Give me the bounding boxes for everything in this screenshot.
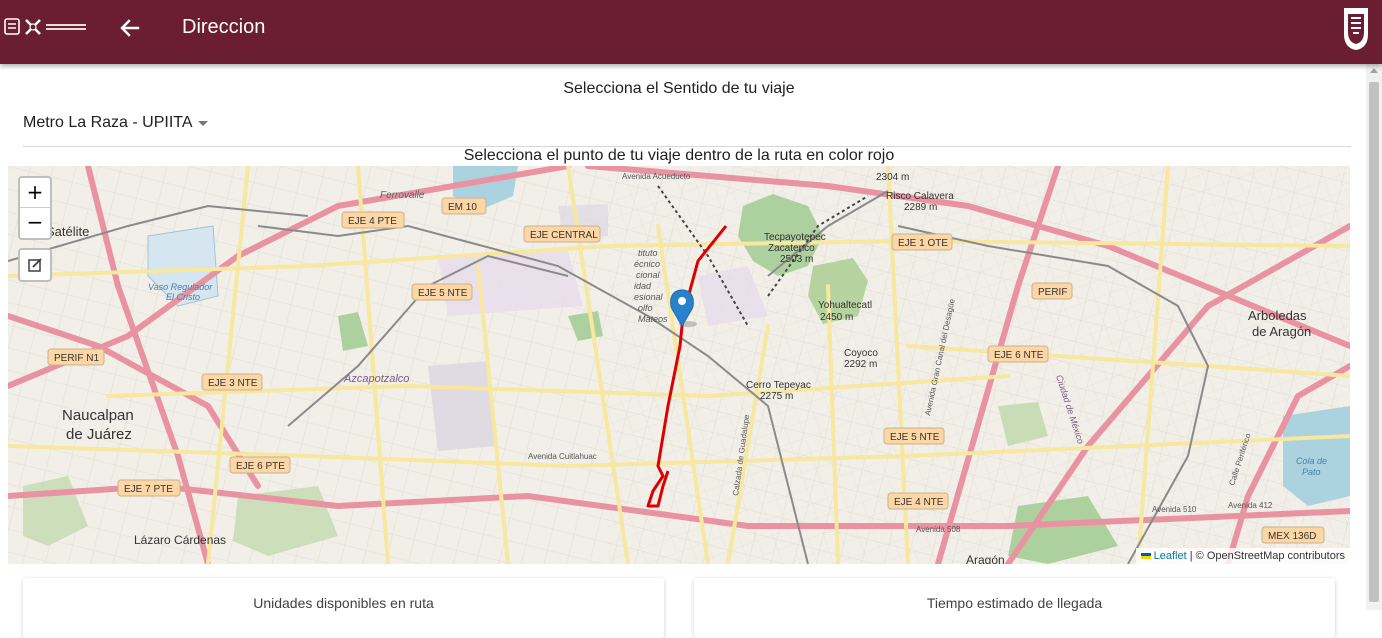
shield-eje3nte: EJE 3 NTE [201, 373, 263, 391]
svg-text:EJE 4 PTE: EJE 4 PTE [348, 216, 397, 227]
zoom-in-button[interactable]: + [20, 178, 50, 208]
label-de-aragon: de Aragón [1252, 324, 1311, 339]
eta-title: Tiempo estimado de llegada [926, 595, 1103, 611]
svg-text:EJE 3 NTE: EJE 3 NTE [208, 378, 258, 389]
label-aragon: Aragón [966, 553, 1005, 564]
label-tecpayotepec: Tecpayotepec [764, 232, 826, 243]
app-bar: Direccion [0, 0, 1382, 64]
shield-eje4nte: EJE 4 NTE [887, 492, 949, 510]
page-title: Direccion [182, 16, 266, 38]
svg-text:EJE 1 OTE: EJE 1 OTE [898, 238, 948, 249]
gobierno-cdmx-logo [4, 18, 86, 35]
shield-eje5nte-b: EJE 5 NTE [883, 427, 945, 445]
svg-text:EJE 4 NTE: EJE 4 NTE [894, 497, 944, 508]
zoom-out-button[interactable]: − [20, 208, 50, 237]
label-avenida-508: Avenida 508 [916, 525, 961, 534]
label-peak-2304: 2304 m [876, 172, 909, 183]
shield-eje7pte: EJE 7 PTE [117, 479, 181, 497]
shield-em10: EM 10 [441, 197, 487, 215]
label-de-juarez: de Juárez [66, 426, 132, 443]
label-ferrovalle: Ferrovalle [380, 190, 425, 201]
leaflet-link[interactable]: Leaflet [1154, 550, 1187, 562]
shield-perifn1: PERIF N1 [47, 348, 105, 366]
label-risco-calavera: Risco Calavera [886, 191, 954, 202]
svg-text:MEX 136D: MEX 136D [1268, 531, 1316, 542]
page-scrollbar[interactable] [1366, 64, 1382, 610]
label-lazaro-cardenas: Lázaro Cárdenas [134, 533, 226, 547]
label-pato: Pato [1302, 467, 1321, 477]
label-cerro-tepeyac-altitude: 2275 m [760, 391, 793, 402]
label-azcapotzalco: Azcapotzalco [343, 373, 409, 385]
eta-card: Tiempo estimado de llegada [694, 578, 1335, 638]
svg-text:EJE 5 NTE: EJE 5 NTE [890, 432, 940, 443]
label-yohualtecatl: Yohualtecatl [818, 300, 872, 311]
label-arboledas: Arboledas [1248, 308, 1307, 323]
draw-tool-button[interactable] [18, 248, 52, 282]
units-available-card: Unidades disponibles en ruta [23, 578, 664, 638]
label-avenida-412: Avenida 412 [1228, 501, 1273, 510]
label-avenida-acueducto: Avenida Acueducto [622, 172, 691, 181]
label-risco-altitude: 2289 m [904, 202, 937, 213]
svg-text:EM 10: EM 10 [448, 202, 477, 213]
label-coyoco-altitude: 2292 m [844, 359, 877, 370]
svg-text:PERIF N1: PERIF N1 [54, 353, 99, 364]
route-map[interactable]: EJE 4 PTE EM 10 EJE CENTRAL EJE 1 OTE EJ… [8, 166, 1350, 564]
zoom-control: + − [18, 176, 52, 240]
units-available-title: Unidades disponibles en ruta [253, 595, 434, 611]
label-vaso-regulador: Vaso Regulador [148, 282, 213, 292]
svg-text:EJE CENTRAL: EJE CENTRAL [530, 230, 598, 241]
svg-text:EJE 7 PTE: EJE 7 PTE [124, 484, 173, 495]
shield-mex136d: MEX 136D [1261, 526, 1325, 544]
shield-eje6pte: EJE 6 PTE [229, 456, 291, 474]
map-heading: Selecciona el punto de tu viaje dentro d… [463, 147, 895, 164]
label-cola-de: Cola de [1296, 456, 1327, 466]
map-attribution: Leaflet | © OpenStreetMap contributors [1135, 548, 1350, 564]
shield-eje6nte: EJE 6 NTE [987, 345, 1049, 363]
dropdown-arrow-icon [198, 121, 208, 126]
label-zacatenco: Zacatenco [768, 243, 815, 254]
map-tiles: EJE 4 PTE EM 10 EJE CENTRAL EJE 1 OTE EJ… [8, 166, 1350, 564]
label-el-cristo: El Cristo [166, 292, 200, 302]
shield-eje4pte: EJE 4 PTE [341, 211, 405, 229]
ipn-logo [1344, 8, 1368, 50]
edit-icon [28, 258, 42, 272]
shield-eje5nte-a: EJE 5 NTE [411, 283, 473, 301]
label-naucalpan: Naucalpan [62, 407, 134, 424]
scroll-up-arrow-icon[interactable] [1370, 68, 1378, 73]
label-satelite: Satélite [46, 224, 89, 239]
ukraine-flag-icon [1140, 553, 1151, 560]
label-avenida-cuitlahuac: Avenida Cuitlahuac [528, 452, 597, 461]
svg-text:EJE 5 NTE: EJE 5 NTE [418, 288, 468, 299]
svg-text:EJE 6 NTE: EJE 6 NTE [994, 350, 1044, 361]
route-direction-select[interactable]: Metro La Raza - UPIITA [23, 112, 1351, 147]
label-coyoco: Coyoco [844, 348, 878, 359]
route-select-value: Metro La Raza - UPIITA [23, 114, 193, 131]
osm-attribution-link[interactable]: OpenStreetMap contributors [1207, 550, 1345, 562]
label-tepeyac-altitude: 2503 m [780, 254, 813, 265]
svg-text:EJE 6 PTE: EJE 6 PTE [236, 461, 285, 472]
direction-heading: Selecciona el Sentido de tu viaje [563, 80, 795, 97]
label-avenida-510: Avenida 510 [1152, 505, 1197, 514]
label-yohualtecatl-altitude: 2450 m [820, 312, 853, 323]
shield-eje1ote: EJE 1 OTE [891, 233, 953, 251]
label-cerro-tepeyac: Cerro Tepeyac [746, 380, 811, 391]
arrow-left-icon[interactable] [116, 14, 144, 42]
scrollbar-thumb[interactable] [1369, 82, 1379, 602]
shield-perif: PERIF [1031, 282, 1073, 300]
shield-ejecentral: EJE CENTRAL [523, 225, 601, 243]
svg-text:PERIF: PERIF [1038, 287, 1067, 298]
